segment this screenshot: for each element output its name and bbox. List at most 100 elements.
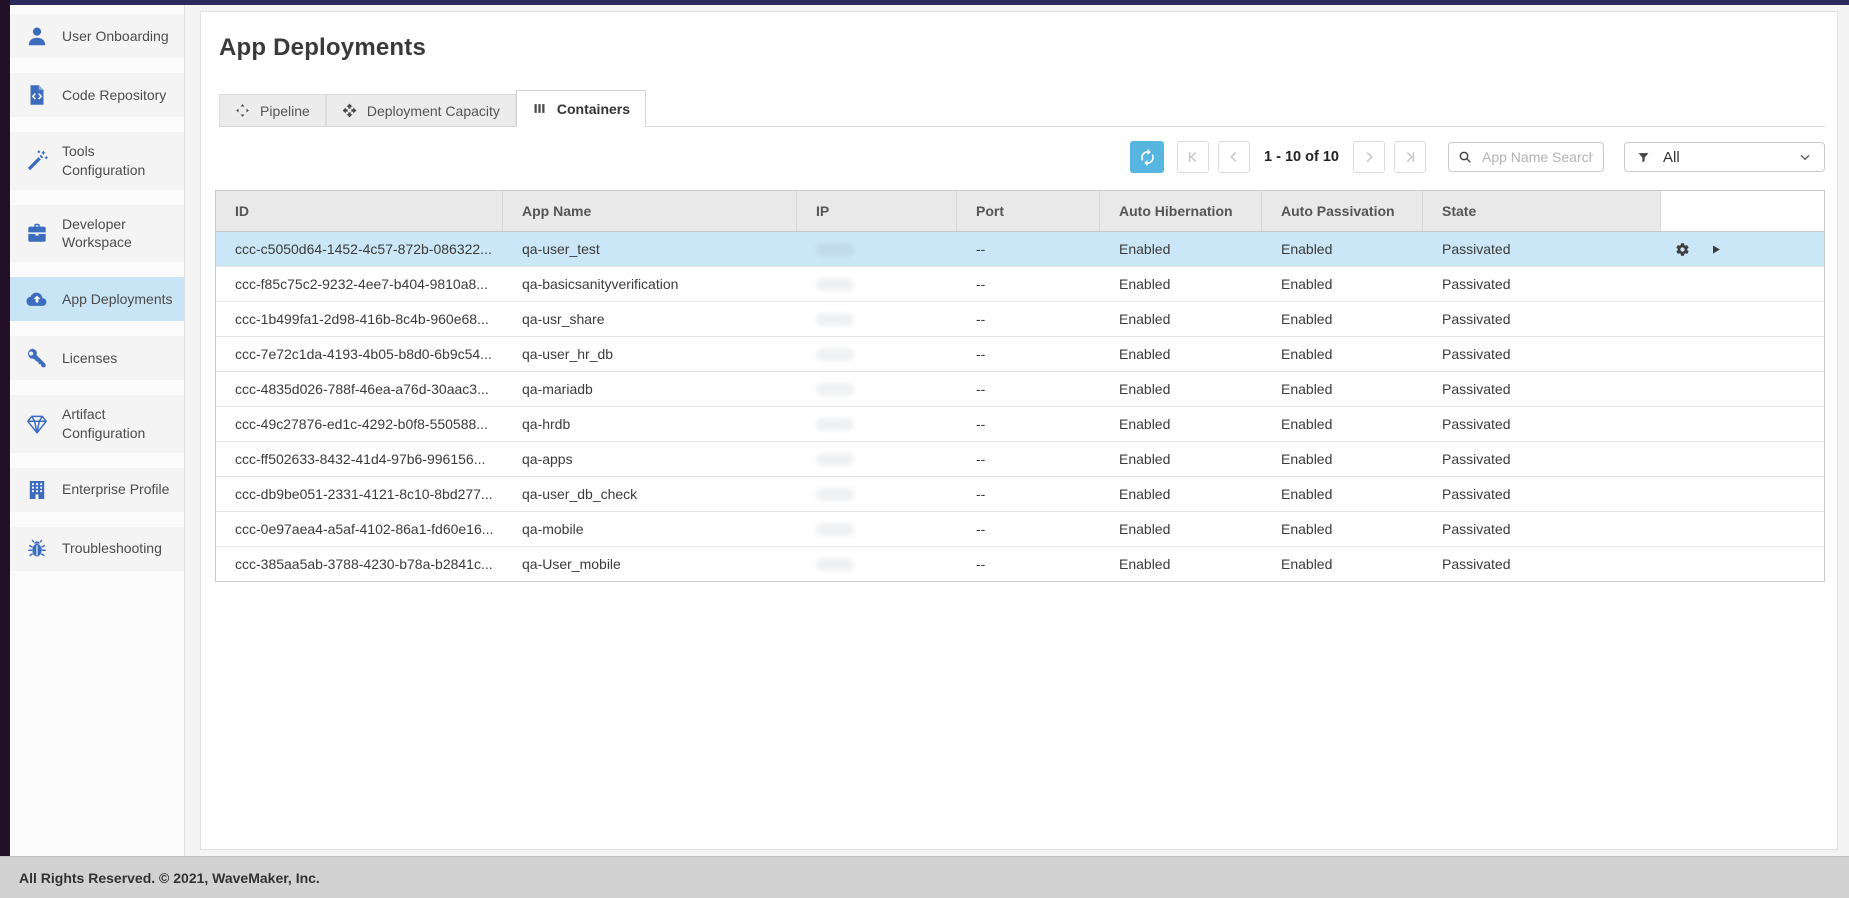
cell-actions (1661, 442, 1824, 476)
ip-redacted-blob (816, 523, 854, 536)
table-toolbar: 1 - 10 of 10 All (215, 141, 1825, 173)
cell-auto_hibernation: Enabled (1100, 302, 1262, 336)
sidebar-item-developer-workspace[interactable]: Developer Workspace (10, 205, 184, 263)
columns-icon (532, 101, 547, 116)
last-page-button[interactable] (1394, 141, 1426, 173)
sidebar-nav: User Onboarding Code Repository Tools Conf… (10, 14, 184, 571)
cell-state: Passivated (1423, 547, 1661, 581)
column-header-id: ID (216, 191, 503, 231)
cell-auto_passivation: Enabled (1262, 267, 1423, 301)
cell-id: ccc-ff502633-8432-41d4-97b6-996156... (216, 442, 503, 476)
ip-redacted-blob (816, 558, 854, 571)
tab-containers[interactable]: Containers (516, 90, 646, 127)
cell-ip (797, 267, 957, 301)
search-input[interactable] (1480, 148, 1595, 166)
cell-auto_hibernation: Enabled (1100, 407, 1262, 441)
cell-id: ccc-4835d026-788f-46ea-a76d-30aac3... (216, 372, 503, 406)
table-row[interactable]: ccc-49c27876-ed1c-4292-b0f8-550588...qa-… (216, 407, 1824, 442)
cell-port: -- (957, 547, 1100, 581)
cell-actions (1661, 512, 1824, 546)
cell-actions (1661, 302, 1824, 336)
table-row[interactable]: ccc-0e97aea4-a5af-4102-86a1-fd60e16...qa… (216, 512, 1824, 547)
cell-auto_passivation: Enabled (1262, 232, 1423, 266)
sidebar-item-licenses[interactable]: Licenses (10, 336, 184, 380)
cell-ip (797, 407, 957, 441)
cell-port: -- (957, 302, 1100, 336)
filter-icon (1636, 150, 1651, 165)
app-name-search-box (1448, 142, 1604, 172)
cell-auto_hibernation: Enabled (1100, 372, 1262, 406)
sidebar-item-tools-configuration[interactable]: Tools Configuration (10, 132, 184, 190)
cell-ip (797, 337, 957, 371)
cell-port: -- (957, 512, 1100, 546)
cell-ip (797, 302, 957, 336)
cell-actions (1661, 477, 1824, 511)
sidebar-item-artifact-configuration[interactable]: Artifact Configuration (10, 395, 184, 453)
first-page-button[interactable] (1177, 141, 1209, 173)
column-header-auto-hibernation: Auto Hibernation (1100, 191, 1262, 231)
table-row[interactable]: ccc-4835d026-788f-46ea-a76d-30aac3...qa-… (216, 372, 1824, 407)
filter-dropdown[interactable]: All (1624, 142, 1825, 172)
table-row[interactable]: ccc-f85c75c2-9232-4ee7-b404-9810a8...qa-… (216, 267, 1824, 302)
refresh-button[interactable] (1130, 141, 1164, 173)
sidebar-item-label: Tools Configuration (62, 142, 180, 180)
cell-app_name: qa-basicsanityverification (503, 267, 797, 301)
filter-selected-value: All (1663, 149, 1680, 166)
tab-pipeline[interactable]: Pipeline (219, 94, 326, 126)
column-header-app-name: App Name (503, 191, 797, 231)
main-content: App Deployments PipelineDeployment Capac… (185, 5, 1849, 856)
footer: All Rights Reserved. © 2021, WaveMaker, … (0, 856, 1849, 898)
cell-port: -- (957, 232, 1100, 266)
sidebar-item-user-onboarding[interactable]: User Onboarding (10, 14, 184, 58)
user-icon (25, 24, 49, 48)
tab-bar: PipelineDeployment Capacity Containers (219, 89, 1825, 127)
cell-port: -- (957, 407, 1100, 441)
page-title: App Deployments (219, 34, 1825, 62)
content-card: App Deployments PipelineDeployment Capac… (200, 11, 1838, 850)
cell-app_name: qa-mobile (503, 512, 797, 546)
cell-auto_passivation: Enabled (1262, 372, 1423, 406)
diamond-icon (25, 412, 49, 436)
sidebar-item-code-repository[interactable]: Code Repository (10, 73, 184, 117)
cell-state: Passivated (1423, 477, 1661, 511)
tab-deployment-capacity[interactable]: Deployment Capacity (326, 94, 516, 126)
cell-app_name: qa-apps (503, 442, 797, 476)
sidebar: User Onboarding Code Repository Tools Conf… (10, 5, 185, 856)
cell-id: ccc-c5050d64-1452-4c57-872b-086322... (216, 232, 503, 266)
next-page-button[interactable] (1353, 141, 1385, 173)
chevron-down-icon (1797, 149, 1813, 165)
cell-ip (797, 512, 957, 546)
table-row[interactable]: ccc-7e72c1da-4193-4b05-b8d0-6b9c54...qa-… (216, 337, 1824, 372)
ip-redacted-blob (816, 348, 854, 361)
sidebar-item-troubleshooting[interactable]: Troubleshooting (10, 527, 184, 571)
prev-page-button[interactable] (1218, 141, 1250, 173)
top-accent-strip (0, 0, 1849, 5)
pipeline-icon (235, 103, 250, 118)
cell-auto_hibernation: Enabled (1100, 477, 1262, 511)
cell-auto_hibernation: Enabled (1100, 512, 1262, 546)
cloud-upload-icon (25, 287, 49, 311)
sidebar-item-label: App Deployments (62, 290, 173, 309)
ip-redacted-blob (816, 313, 854, 326)
tab-label: Containers (557, 101, 630, 117)
cell-id: ccc-0e97aea4-a5af-4102-86a1-fd60e16... (216, 512, 503, 546)
table-row[interactable]: ccc-1b499fa1-2d98-416b-8c4b-960e68...qa-… (216, 302, 1824, 337)
row-start-button[interactable] (1708, 242, 1723, 257)
ip-redacted-blob (816, 488, 854, 501)
cell-port: -- (957, 372, 1100, 406)
cell-port: -- (957, 267, 1100, 301)
table-row[interactable]: ccc-385aa5ab-3788-4230-b78a-b2841c...qa-… (216, 547, 1824, 581)
left-accent-strip (0, 0, 10, 856)
table-row[interactable]: ccc-ff502633-8432-41d4-97b6-996156...qa-… (216, 442, 1824, 477)
cell-auto_hibernation: Enabled (1100, 337, 1262, 371)
sidebar-item-enterprise-profile[interactable]: Enterprise Profile (10, 468, 184, 512)
sidebar-item-app-deployments[interactable]: App Deployments (10, 277, 184, 321)
cell-id: ccc-385aa5ab-3788-4230-b78a-b2841c... (216, 547, 503, 581)
table-row[interactable]: ccc-db9be051-2331-4121-8c10-8bd277...qa-… (216, 477, 1824, 512)
cell-auto_passivation: Enabled (1262, 547, 1423, 581)
row-settings-button[interactable] (1675, 242, 1690, 257)
briefcase-icon (25, 221, 49, 245)
table-row[interactable]: ccc-c5050d64-1452-4c57-872b-086322...qa-… (216, 232, 1824, 267)
column-header-actions (1661, 191, 1824, 231)
sidebar-item-label: Artifact Configuration (62, 405, 180, 443)
